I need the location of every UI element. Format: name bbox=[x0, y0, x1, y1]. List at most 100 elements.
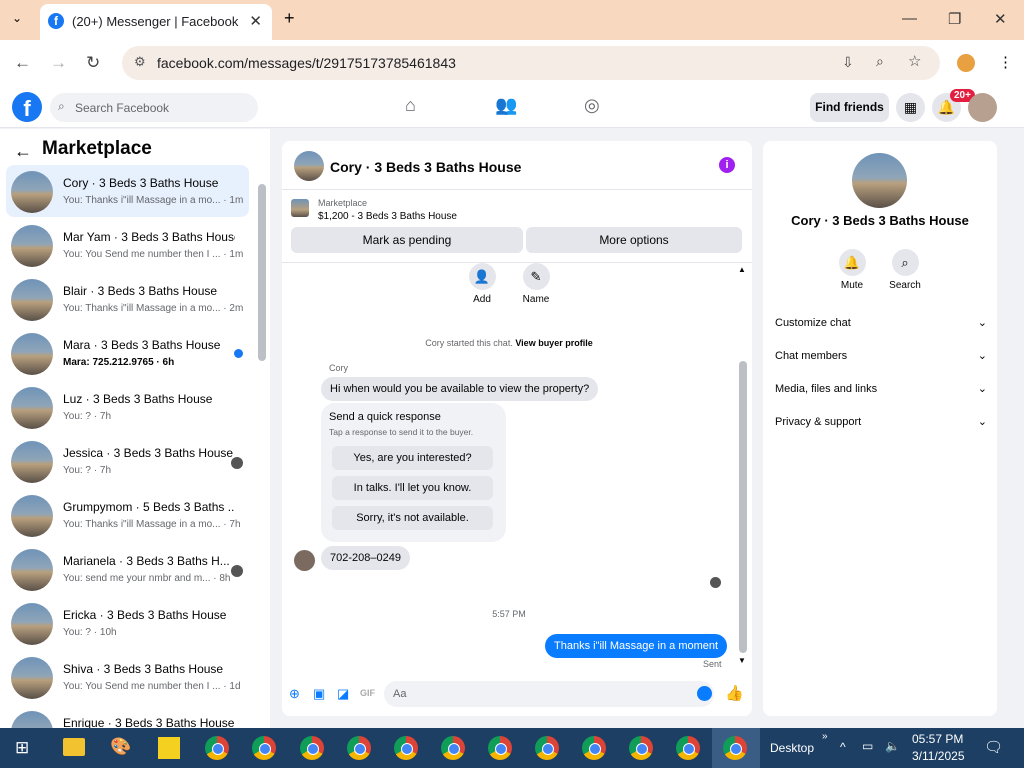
address-bar[interactable]: ⚙ facebook.com/messages/t/29175173785461… bbox=[122, 46, 940, 80]
conversation-name: Mara · 3 Beds 3 Baths House bbox=[63, 338, 221, 352]
more-options-button[interactable]: More options bbox=[526, 227, 742, 253]
close-window-icon[interactable]: ✕ bbox=[994, 10, 1007, 28]
mark-as-pending-button[interactable]: Mark as pending bbox=[291, 227, 523, 253]
pencil-icon[interactable]: ✎ bbox=[522, 263, 550, 290]
search-action[interactable]: ⌕ Search bbox=[885, 249, 925, 291]
clock-time[interactable]: 05:57 PM bbox=[912, 732, 963, 746]
conversation-item[interactable]: Marianela · 3 Beds 3 Baths H... You: send… bbox=[6, 543, 249, 595]
privacy-support-row[interactable]: Privacy & support ⌄ bbox=[775, 416, 987, 428]
chrome-icon[interactable] bbox=[535, 736, 559, 760]
new-tab-icon[interactable]: + bbox=[284, 8, 295, 29]
chrome-icon[interactable] bbox=[252, 736, 276, 760]
conversation-name: Grumpymom · 5 Beds 3 Baths ... bbox=[63, 500, 235, 514]
clock-date[interactable]: 3/11/2025 bbox=[912, 749, 965, 763]
bell-icon[interactable]: 🔔 bbox=[838, 249, 866, 276]
install-app-icon[interactable]: ⇩ bbox=[842, 54, 854, 71]
conversation-item[interactable]: Ericka · 3 Beds 3 Baths House You: ? · 10… bbox=[6, 597, 249, 649]
conversation-item[interactable]: Cory · 3 Beds 3 Baths House You: Thanks i… bbox=[6, 165, 249, 217]
attach-image-icon[interactable]: ▣ bbox=[313, 686, 325, 702]
like-thumbs-up-icon[interactable]: 👍 bbox=[725, 684, 744, 702]
network-icon[interactable]: ▭ bbox=[862, 739, 873, 753]
tab-list-chevron-icon[interactable]: ⌄ bbox=[12, 11, 22, 25]
conversation-item[interactable]: Jessica · 3 Beds 3 Baths House You: ? · 7… bbox=[6, 435, 249, 487]
add-action[interactable]: 👤 Add bbox=[462, 263, 502, 305]
browser-menu-icon[interactable]: ⋮ bbox=[998, 53, 1013, 71]
conversation-item[interactable]: Grumpymom · 5 Beds 3 Baths ... You: Thank… bbox=[6, 489, 249, 541]
sticker-icon[interactable]: ◪ bbox=[337, 686, 349, 702]
minimize-icon[interactable]: — bbox=[902, 10, 917, 27]
bookmark-star-icon[interactable]: ☆ bbox=[908, 52, 921, 70]
customize-chat-row[interactable]: Customize chat ⌄ bbox=[775, 317, 987, 329]
forward-icon[interactable]: → bbox=[50, 53, 67, 73]
profile-avatar-icon[interactable] bbox=[957, 54, 975, 72]
chat-title[interactable]: Cory · 3 Beds 3 Baths House bbox=[330, 159, 521, 175]
chrome-icon[interactable] bbox=[723, 736, 747, 760]
site-info-icon[interactable]: ⚙ bbox=[134, 54, 146, 70]
conversation-item[interactable]: Enrique · 3 Beds 3 Baths House bbox=[6, 705, 249, 728]
listing-thumbnail[interactable] bbox=[291, 199, 309, 217]
close-tab-icon[interactable]: ✕ bbox=[249, 12, 262, 30]
message-input[interactable]: Aa bbox=[384, 681, 714, 707]
media-files-links-row[interactable]: Media, files and links ⌄ bbox=[775, 383, 987, 395]
windows-start-icon[interactable]: ⊞ bbox=[15, 738, 29, 758]
chat-members-row[interactable]: Chat members ⌄ bbox=[775, 350, 987, 362]
emoji-icon[interactable] bbox=[697, 686, 712, 701]
reload-icon[interactable]: ↻ bbox=[86, 53, 100, 73]
sender-avatar[interactable] bbox=[294, 550, 315, 571]
scroll-down-icon[interactable]: ▼ bbox=[738, 656, 746, 665]
facebook-logo-icon[interactable]: f bbox=[12, 92, 42, 122]
conversation-item[interactable]: Blair · 3 Beds 3 Baths House You: Thanks … bbox=[6, 273, 249, 325]
zoom-icon[interactable]: ⌕ bbox=[876, 53, 884, 70]
info-icon[interactable]: i bbox=[719, 157, 735, 173]
chrome-icon[interactable] bbox=[347, 736, 371, 760]
conversation-item[interactable]: Mar Yam · 3 Beds 3 Baths House You: You S… bbox=[6, 219, 249, 271]
plus-circle-icon[interactable]: ⊕ bbox=[289, 686, 300, 702]
find-friends-button[interactable]: Find friends bbox=[810, 93, 889, 122]
friends-icon[interactable]: 👥 bbox=[495, 95, 517, 116]
search-placeholder: Search Facebook bbox=[75, 101, 170, 115]
chrome-icon[interactable] bbox=[441, 736, 465, 760]
desktop-toolbar-label[interactable]: Desktop bbox=[770, 741, 814, 755]
name-action[interactable]: ✎ Name bbox=[516, 263, 556, 305]
chrome-icon[interactable] bbox=[676, 736, 700, 760]
file-explorer-icon[interactable] bbox=[63, 738, 85, 756]
groups-icon[interactable]: ◎ bbox=[584, 95, 600, 116]
listing-price-title[interactable]: $1,200 - 3 Beds 3 Baths House bbox=[318, 211, 457, 222]
sidebar-scrollbar[interactable] bbox=[258, 184, 266, 361]
chrome-icon[interactable] bbox=[488, 736, 512, 760]
back-icon[interactable]: ← bbox=[14, 53, 31, 73]
toolbar-expand-icon[interactable]: » bbox=[822, 731, 828, 742]
sticky-notes-icon[interactable] bbox=[158, 737, 180, 759]
conversation-item[interactable]: Shiva · 3 Beds 3 Baths House You: You Sen… bbox=[6, 651, 249, 703]
chrome-icon[interactable] bbox=[629, 736, 653, 760]
restore-icon[interactable]: ❐ bbox=[948, 10, 961, 28]
quick-response-option[interactable]: In talks. I'll let you know. bbox=[332, 476, 493, 500]
search-facebook-input[interactable]: ⌕ Search Facebook bbox=[50, 93, 258, 122]
quick-response-option[interactable]: Sorry, it's not available. bbox=[332, 506, 493, 530]
mute-action[interactable]: 🔔 Mute bbox=[832, 249, 872, 291]
gif-icon[interactable]: GIF bbox=[360, 688, 375, 698]
volume-icon[interactable]: 🔈 bbox=[885, 739, 900, 753]
browser-tab[interactable]: f (20+) Messenger | Facebook ✕ bbox=[40, 4, 272, 40]
scroll-up-icon[interactable]: ▲ bbox=[738, 265, 746, 274]
chat-scrollbar[interactable] bbox=[739, 361, 747, 653]
back-arrow-icon[interactable]: ← bbox=[14, 141, 32, 162]
chrome-icon[interactable] bbox=[205, 736, 229, 760]
add-person-icon[interactable]: 👤 bbox=[468, 263, 496, 290]
conversation-item[interactable]: Luz · 3 Beds 3 Baths House You: ? · 7h bbox=[6, 381, 249, 433]
account-avatar[interactable] bbox=[968, 93, 997, 122]
chrome-icon[interactable] bbox=[582, 736, 606, 760]
tray-chevron-icon[interactable]: ^ bbox=[840, 740, 846, 754]
menu-grid-icon[interactable]: ▦ bbox=[896, 93, 925, 122]
search-icon[interactable]: ⌕ bbox=[891, 249, 919, 276]
home-icon[interactable]: ⌂ bbox=[405, 95, 416, 116]
paint-icon[interactable]: 🎨 bbox=[110, 737, 131, 757]
chrome-icon[interactable] bbox=[394, 736, 418, 760]
chat-avatar[interactable] bbox=[294, 151, 324, 181]
view-buyer-profile-link[interactable]: View buyer profile bbox=[515, 338, 592, 348]
quick-response-option[interactable]: Yes, are you interested? bbox=[332, 446, 493, 470]
chrome-icon[interactable] bbox=[300, 736, 324, 760]
contact-avatar[interactable] bbox=[852, 153, 907, 208]
notification-center-icon[interactable]: 🗨 bbox=[984, 738, 1003, 756]
conversation-item[interactable]: Mara · 3 Beds 3 Baths House Mara: 725.212… bbox=[6, 327, 249, 379]
